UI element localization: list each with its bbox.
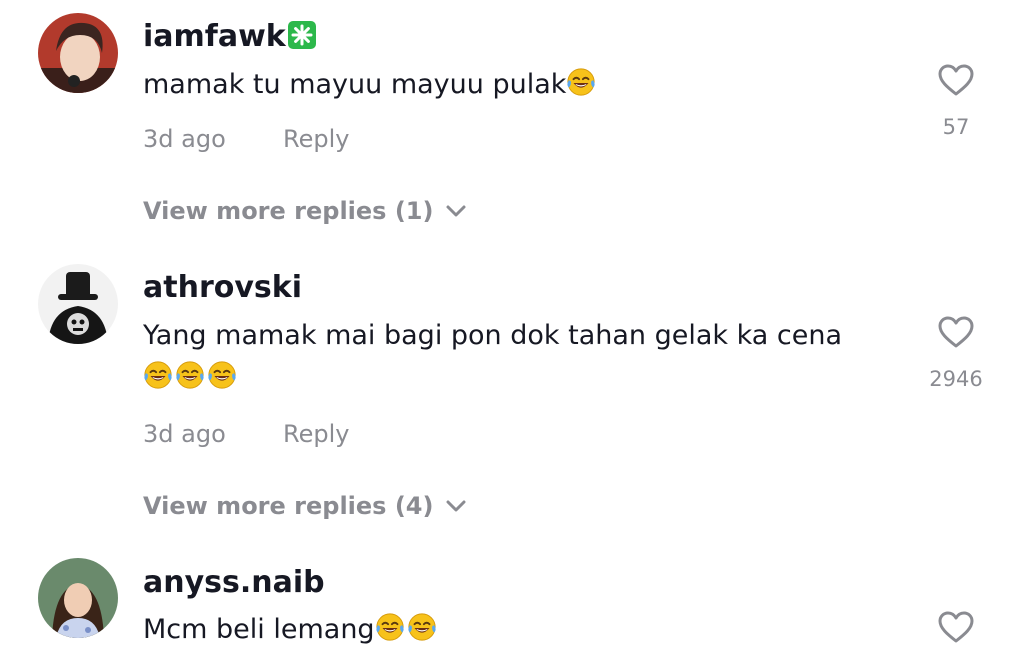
like-count: 57: [942, 115, 970, 139]
reply-button[interactable]: Reply: [283, 419, 349, 449]
face-with-tears-of-joy-icon: [407, 612, 437, 642]
like-count: 2946: [929, 367, 983, 391]
comment-text: mamak tu mayuu mayuu pulak: [143, 64, 903, 106]
view-more-replies-button[interactable]: View more replies (4): [143, 491, 467, 521]
chevron-down-icon: [445, 204, 467, 218]
comment-meta: 3d ago Reply: [143, 419, 349, 449]
avatar[interactable]: [38, 558, 118, 638]
heart-icon[interactable]: [937, 610, 975, 644]
chevron-down-icon: [445, 499, 467, 513]
heart-icon[interactable]: [937, 63, 975, 97]
avatar[interactable]: [38, 13, 118, 93]
comment-meta: 3d ago Reply: [143, 124, 349, 154]
face-with-tears-of-joy-icon: [143, 360, 173, 390]
comment-text: Mcm beli lemang: [143, 609, 903, 651]
comment-time: 3d ago: [143, 420, 226, 448]
username[interactable]: iamfawk: [143, 19, 317, 55]
face-with-tears-of-joy-icon: [175, 360, 205, 390]
comment-time: 3d ago: [143, 125, 226, 153]
face-with-tears-of-joy-icon: [566, 67, 596, 97]
username[interactable]: athrovski: [143, 270, 302, 306]
sparkle-badge-icon: [287, 20, 317, 50]
face-with-tears-of-joy-icon: [375, 612, 405, 642]
username[interactable]: anyss.naib: [143, 565, 325, 601]
face-with-tears-of-joy-icon: [207, 360, 237, 390]
heart-icon[interactable]: [937, 315, 975, 349]
view-more-replies-button[interactable]: View more replies (1): [143, 196, 467, 226]
reply-button[interactable]: Reply: [283, 124, 349, 154]
comment-text: Yang mamak mai bagi pon dok tahan gelak …: [143, 315, 903, 399]
avatar[interactable]: [38, 264, 118, 344]
